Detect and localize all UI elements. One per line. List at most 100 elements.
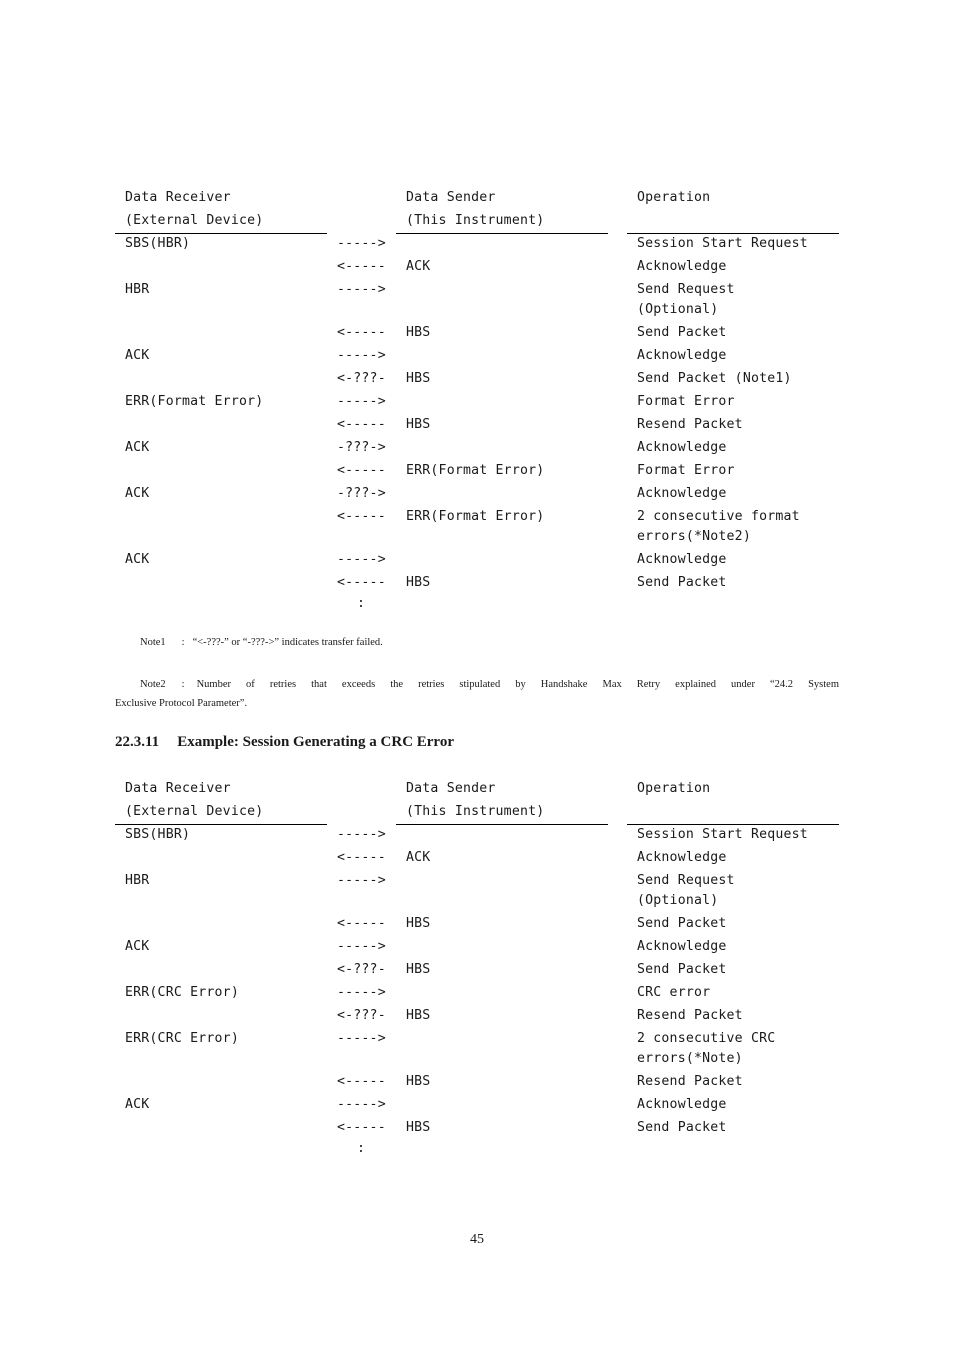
operation-cell: Send Packet (637, 325, 727, 340)
table-row: ACK -----> Acknowledge (115, 937, 839, 957)
arrow-cell: <----- (337, 417, 386, 432)
table-body: SBS(HBR) -----> Session Start Request <----… (115, 823, 839, 1161)
table-header: Data Receiver (External Device) Data Sen… (115, 186, 839, 234)
arrow-cell: -----> (337, 827, 386, 842)
operation-cell: Resend Packet (637, 417, 743, 432)
note-2-label: Note2 (140, 679, 166, 690)
table-row: ACK -???-> Acknowledge (115, 438, 839, 458)
sender-cell: HBS (406, 1120, 431, 1135)
sender-cell: ERR(Format Error) (406, 463, 545, 478)
receiver-cell: HBR (125, 873, 150, 888)
operation-cell: Acknowledge (637, 552, 727, 567)
operation-cell: Send Packet (637, 962, 727, 977)
sender-cell: HBS (406, 916, 431, 931)
session-table-format-error: Data Receiver (External Device) Data Sen… (115, 186, 839, 616)
continuation-ellipsis: : (357, 596, 366, 611)
arrow-cell: -----> (337, 985, 386, 1000)
arrow-cell: <----- (337, 1074, 386, 1089)
arrow-cell: <-???- (337, 1008, 386, 1023)
header-sender-line1: Data Sender (406, 190, 496, 205)
arrow-cell: -----> (337, 348, 386, 363)
operation-cell: Acknowledge (637, 939, 727, 954)
table-row: <-???- HBS Resend Packet (115, 1006, 839, 1026)
sender-cell: HBS (406, 417, 431, 432)
table-row: <-???- HBS Send Packet (Note1) (115, 369, 839, 389)
header-receiver-line1: Data Receiver (125, 781, 231, 796)
arrow-cell: -----> (337, 394, 386, 409)
operation-cell: Resend Packet (637, 1008, 743, 1023)
operation-cell: Acknowledge (637, 259, 727, 274)
table-row: <----- HBS Resend Packet (115, 415, 839, 435)
table-header: Data Receiver (External Device) Data Sen… (115, 777, 839, 825)
arrow-cell: <----- (337, 850, 386, 865)
header-sender-line2: (This Instrument) (406, 804, 545, 819)
note-2: Note2: Number of retries that exceeds the… (115, 675, 839, 713)
table-row: ACK -----> Acknowledge (115, 550, 839, 570)
continuation-ellipsis: : (357, 1141, 366, 1156)
table-row: <----- ERR(Format Error) Format Error (115, 461, 839, 481)
table-row: ACK -----> Acknowledge (115, 346, 839, 366)
receiver-cell: ERR(CRC Error) (125, 1031, 239, 1046)
table-row: <----- ERR(Format Error) 2 consecutive for… (115, 507, 839, 547)
operation-cell: Format Error (637, 463, 735, 478)
operation-cell: Resend Packet (637, 1074, 743, 1089)
table-row: <----- HBS Send Packet (115, 323, 839, 343)
arrow-cell: <----- (337, 325, 386, 340)
receiver-cell: ACK (125, 440, 150, 455)
table-row: <----- HBS Send Packet (115, 573, 839, 593)
table-row: ERR(CRC Error) -----> 2 consecutive CRC er… (115, 1029, 839, 1069)
table-row: <-???- HBS Send Packet (115, 960, 839, 980)
arrow-cell: <----- (337, 575, 386, 590)
arrow-cell: -----> (337, 939, 386, 954)
sender-cell: HBS (406, 325, 431, 340)
arrow-cell: <----- (337, 463, 386, 478)
table-row: <----- ACK Acknowledge (115, 848, 839, 868)
arrow-cell: -----> (337, 552, 386, 567)
table-row: SBS(HBR) -----> Session Start Request (115, 825, 839, 845)
table-row: <----- ACK Acknowledge (115, 257, 839, 277)
header-sender-line2: (This Instrument) (406, 213, 545, 228)
operation-cell: Send Packet (637, 1120, 727, 1135)
table-row: <----- HBS Resend Packet (115, 1072, 839, 1092)
page-number: 45 (470, 1232, 484, 1247)
arrow-cell: <----- (337, 509, 386, 524)
receiver-cell: ERR(CRC Error) (125, 985, 239, 1000)
table-row: HBR -----> Send Request (Optional) (115, 280, 839, 320)
receiver-cell: ACK (125, 1097, 150, 1112)
receiver-cell: HBR (125, 282, 150, 297)
operation-cell: Acknowledge (637, 486, 727, 501)
arrow-cell: <----- (337, 916, 386, 931)
header-receiver-line1: Data Receiver (125, 190, 231, 205)
receiver-cell: SBS(HBR) (125, 827, 191, 842)
arrow-cell: <-???- (337, 962, 386, 977)
sender-cell: ERR(Format Error) (406, 509, 545, 524)
receiver-cell: ACK (125, 486, 150, 501)
table-row: HBR -----> Send Request (Optional) (115, 871, 839, 911)
sender-cell: HBS (406, 371, 431, 386)
arrow-cell: <----- (337, 1120, 386, 1135)
table-row: ERR(CRC Error) -----> CRC error (115, 983, 839, 1003)
receiver-cell: ERR(Format Error) (125, 394, 264, 409)
sender-cell: HBS (406, 575, 431, 590)
sender-cell: ACK (406, 259, 431, 274)
table-row: SBS(HBR) -----> Session Start Request (115, 234, 839, 254)
arrow-cell: -----> (337, 282, 386, 297)
note-1: Note1: “<-???-” or “-???->” indicates tra… (140, 633, 840, 652)
header-operation: Operation (637, 781, 711, 796)
section-title: Example: Session Generating a CRC Error (177, 734, 454, 750)
header-sender-line1: Data Sender (406, 781, 496, 796)
arrow-cell: -----> (337, 236, 386, 251)
note-2-text-line1: Number of retries that exceeds the retri… (196, 679, 839, 690)
arrow-cell: <----- (337, 259, 386, 274)
operation-cell: Acknowledge (637, 1097, 727, 1112)
operation-cell: Send Packet (Note1) (637, 371, 792, 386)
arrow-cell: -???-> (337, 440, 386, 455)
header-receiver-line2: (External Device) (125, 213, 264, 228)
operation-cell: 2 consecutive CRC errors(*Note) (637, 1031, 776, 1066)
operation-cell: Send Packet (637, 916, 727, 931)
note-2-separator: : (181, 679, 185, 690)
table-row: <----- HBS Send Packet (115, 914, 839, 934)
note-1-label: Note1 (140, 637, 166, 648)
operation-cell: Acknowledge (637, 850, 727, 865)
receiver-cell: ACK (125, 939, 150, 954)
